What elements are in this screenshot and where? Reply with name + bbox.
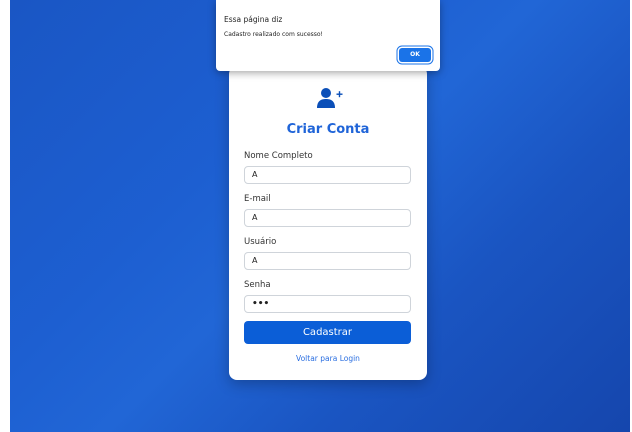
email-label: E-mail [244, 194, 271, 204]
dialog-title: Essa página diz [224, 15, 283, 24]
page-title: Criar Conta [286, 122, 370, 137]
ok-button[interactable]: OK [399, 48, 431, 62]
back-to-login-link[interactable]: Voltar para Login [229, 354, 427, 363]
username-input[interactable]: A [244, 252, 411, 270]
dialog-message: Cadastro realizado com sucesso! [224, 31, 323, 38]
register-button[interactable]: Cadastrar [244, 321, 411, 344]
email-input[interactable]: A [244, 209, 411, 227]
password-input[interactable]: ••• [244, 295, 411, 313]
full-name-label: Nome Completo [244, 151, 313, 161]
user-plus-icon [317, 88, 343, 108]
password-label: Senha [244, 280, 271, 290]
full-name-input[interactable]: A [244, 166, 411, 184]
username-label: Usuário [244, 237, 277, 247]
